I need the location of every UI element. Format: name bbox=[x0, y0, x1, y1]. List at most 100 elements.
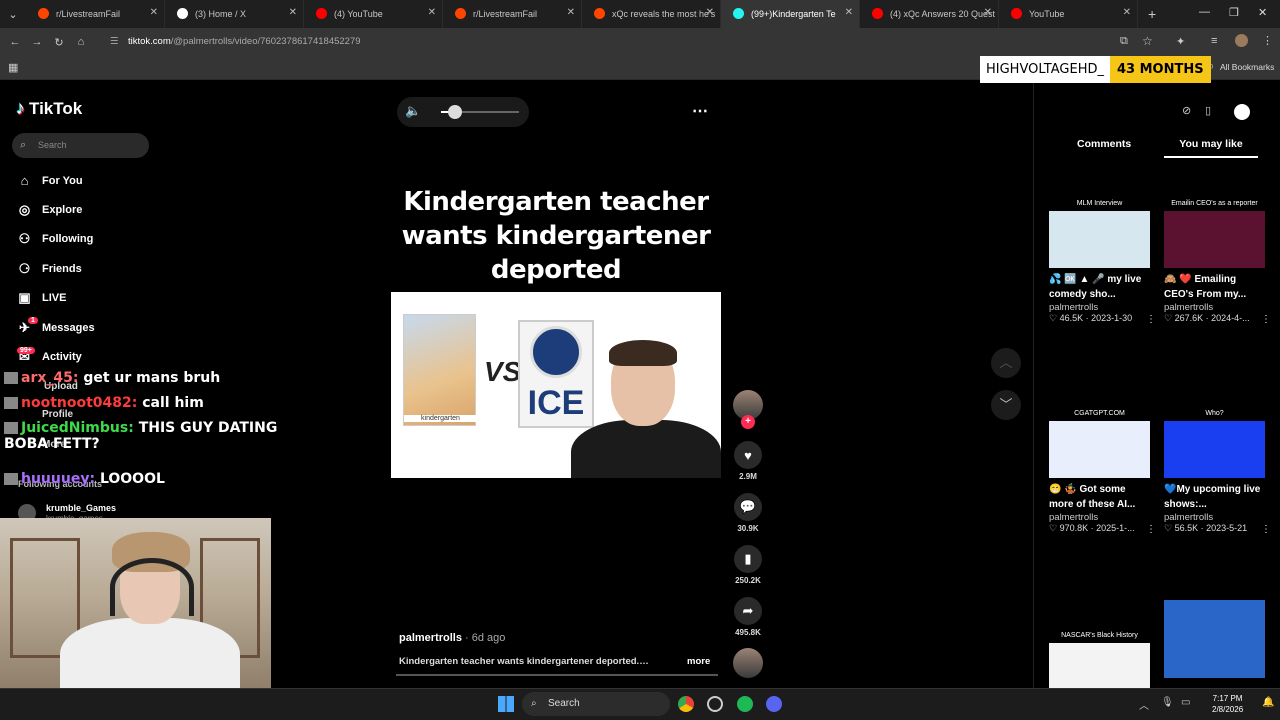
install-icon[interactable]: ⧉ bbox=[1120, 35, 1128, 48]
browser-menu-icon[interactable]: ⋮ bbox=[1262, 34, 1273, 47]
tab-close-icon[interactable]: ✕ bbox=[984, 7, 992, 18]
start-icon[interactable] bbox=[498, 696, 514, 712]
tab-close-icon[interactable]: ✕ bbox=[567, 7, 575, 18]
browser-tab[interactable]: r/LivestreamFail ✕ bbox=[26, 0, 165, 28]
tiktok-logo[interactable]: ♪ TikTok bbox=[16, 98, 82, 119]
tab-close-icon[interactable]: ✕ bbox=[289, 7, 297, 18]
reading-list-icon[interactable]: ≡ bbox=[1211, 35, 1217, 47]
sound-avatar[interactable] bbox=[733, 648, 763, 678]
recommended-video-card[interactable]: Who? 💙My upcoming live shows:... palmertro… bbox=[1164, 410, 1271, 535]
card-more-icon[interactable]: ⋮ bbox=[1261, 524, 1271, 535]
sidebar-item-live[interactable]: ▣ LIVE bbox=[16, 290, 66, 306]
taskbar-search[interactable]: ⌕ Search bbox=[522, 692, 670, 716]
profile-avatar[interactable] bbox=[1235, 34, 1248, 47]
card-thumbnail[interactable] bbox=[1049, 421, 1150, 478]
recommended-video-card[interactable]: NASCAR's Black History bbox=[1049, 632, 1150, 688]
url-field[interactable]: ☰ tiktok.com/@palmertrolls/video/7602378… bbox=[110, 32, 1010, 52]
tab-comments[interactable]: Comments bbox=[1077, 138, 1131, 150]
tab-search-icon[interactable]: ⌄ bbox=[0, 8, 26, 21]
card-user[interactable]: palmertrolls bbox=[1049, 302, 1150, 313]
card-thumbnail[interactable] bbox=[1049, 211, 1150, 268]
chrome-icon[interactable] bbox=[678, 696, 694, 712]
sidebar-item-for-you[interactable]: ⌂ For You bbox=[16, 173, 83, 188]
card-thumbnail[interactable] bbox=[1049, 643, 1150, 688]
close-window-icon[interactable]: ✕ bbox=[1258, 6, 1267, 19]
minimize-icon[interactable]: — bbox=[1199, 6, 1210, 18]
tab-close-icon[interactable]: ✕ bbox=[428, 7, 436, 18]
share-action[interactable]: ➦ 495.8K bbox=[733, 597, 763, 637]
card-more-icon[interactable]: ⋮ bbox=[1146, 314, 1156, 325]
tab-close-icon[interactable]: ✕ bbox=[150, 7, 158, 18]
share-icon[interactable]: ➦ bbox=[734, 597, 762, 625]
video-thumbnail[interactable]: kindergarten VS ICE bbox=[391, 292, 721, 478]
card-thumbnail[interactable] bbox=[1164, 211, 1265, 268]
reload-icon[interactable]: ↻ bbox=[48, 36, 70, 49]
autoscroll-icon[interactable]: ⊘ bbox=[1182, 104, 1191, 117]
sidebar-item-friends[interactable]: ⚆ Friends bbox=[16, 261, 82, 277]
volume-slider-knob[interactable] bbox=[448, 105, 462, 119]
video-progress-bar[interactable] bbox=[396, 674, 718, 676]
follow-plus-icon[interactable]: + bbox=[741, 415, 755, 429]
card-title[interactable]: 💦 🆗 ▲ 🎤 my live comedy sho... bbox=[1049, 272, 1150, 302]
forward-icon[interactable]: → bbox=[26, 36, 48, 48]
tab-close-icon[interactable]: ✕ bbox=[706, 7, 714, 18]
save-action[interactable]: ▮ 250.2K bbox=[733, 545, 763, 585]
tray-chevron-icon[interactable]: ︿ bbox=[1139, 697, 1149, 712]
card-more-icon[interactable]: ⋮ bbox=[1261, 314, 1271, 325]
discord-icon[interactable] bbox=[766, 696, 782, 712]
new-tab-button[interactable]: + bbox=[1148, 6, 1156, 22]
card-thumbnail[interactable] bbox=[1164, 600, 1265, 678]
taskbar-clock[interactable]: 7:17 PM 2/8/2026 bbox=[1212, 693, 1243, 715]
previous-video-icon[interactable]: ︿ bbox=[991, 348, 1021, 378]
card-user[interactable]: palmertrolls bbox=[1049, 512, 1150, 523]
browser-tab[interactable]: (4) xQc Answers 20 Quest ✕ bbox=[860, 0, 999, 28]
recommended-video-card[interactable]: CGATGPT.COM 😁 🤹 Got some more of these AI… bbox=[1049, 410, 1156, 535]
tab-close-icon[interactable]: ✕ bbox=[845, 7, 853, 18]
author-name[interactable]: palmertrolls bbox=[399, 632, 462, 644]
next-video-icon[interactable]: ﹀ bbox=[991, 390, 1021, 420]
comment-icon[interactable]: 💬 bbox=[734, 493, 762, 521]
notification-icon[interactable]: 🔔 bbox=[1262, 697, 1274, 708]
tiktok-search-input[interactable]: ⌕ Search bbox=[12, 133, 149, 158]
browser-tab[interactable]: (3) Home / X ✕ bbox=[165, 0, 304, 28]
card-user[interactable]: palmertrolls bbox=[1164, 302, 1265, 313]
volume-icon[interactable]: 🔈 bbox=[405, 103, 421, 119]
all-bookmarks[interactable]: All Bookmarks bbox=[1220, 62, 1274, 72]
card-title[interactable]: 😁 🤹 Got some more of these AI... bbox=[1049, 482, 1150, 512]
extensions-icon[interactable]: ✦ bbox=[1176, 35, 1185, 48]
card-title[interactable]: 🙈 ❤️ Emailing CEO's From my... bbox=[1164, 272, 1265, 302]
restore-icon[interactable]: ❐ bbox=[1229, 6, 1239, 19]
mic-icon[interactable]: 🎙 bbox=[1161, 697, 1174, 708]
bookmark-star-icon[interactable]: ☆ bbox=[1142, 34, 1153, 48]
card-user[interactable]: palmertrolls bbox=[1164, 512, 1265, 523]
recommended-video-card[interactable]: MLM Interview 💦 🆗 ▲ 🎤 my live comedy sho.… bbox=[1049, 200, 1156, 325]
like-action[interactable]: ♥ 2.9M bbox=[733, 441, 763, 481]
site-info-icon[interactable]: ☰ bbox=[110, 32, 119, 52]
browser-tab[interactable]: r/LivestreamFail ✕ bbox=[443, 0, 582, 28]
sidebar-item-following[interactable]: ⚇ Following bbox=[16, 231, 94, 247]
device-icon[interactable]: ▯ bbox=[1205, 104, 1211, 117]
browser-tab[interactable]: YouTube ✕ bbox=[999, 0, 1138, 28]
browser-tab[interactable]: (4) YouTube ✕ bbox=[304, 0, 443, 28]
home-icon[interactable]: ⌂ bbox=[70, 36, 92, 48]
caption-more-link[interactable]: more bbox=[687, 656, 710, 667]
recommended-video-card[interactable]: Emailin CEO's as a reporter 🙈 ❤️ Emailing… bbox=[1164, 200, 1271, 325]
obs-icon[interactable] bbox=[707, 696, 723, 712]
recommended-video-card[interactable] bbox=[1164, 600, 1265, 678]
followed-user-name[interactable]: krumble_Games bbox=[46, 503, 116, 513]
bookmark-icon[interactable]: ▮ bbox=[734, 545, 762, 573]
heart-icon[interactable]: ♥ bbox=[734, 441, 762, 469]
back-icon[interactable]: ← bbox=[4, 36, 26, 48]
browser-tab[interactable]: (99+)Kindergarten Te ✕ bbox=[721, 0, 860, 28]
card-title[interactable]: 💙My upcoming live shows:... bbox=[1164, 482, 1265, 512]
tab-close-icon[interactable]: ✕ bbox=[1123, 7, 1131, 18]
tab-you-may-like[interactable]: You may like bbox=[1164, 138, 1258, 158]
sidebar-item-explore[interactable]: ◎ Explore bbox=[16, 202, 83, 218]
network-icon[interactable]: ▭ bbox=[1181, 697, 1190, 708]
comment-action[interactable]: 💬 30.9K bbox=[733, 493, 763, 533]
video-more-icon[interactable]: ⋯ bbox=[692, 101, 708, 121]
video-author[interactable]: palmertrolls · 6d ago bbox=[399, 632, 505, 644]
browser-tab[interactable]: xQc reveals the most he's ✕ bbox=[582, 0, 721, 28]
apps-icon[interactable]: ▦ bbox=[8, 61, 18, 74]
spotify-icon[interactable] bbox=[737, 696, 753, 712]
